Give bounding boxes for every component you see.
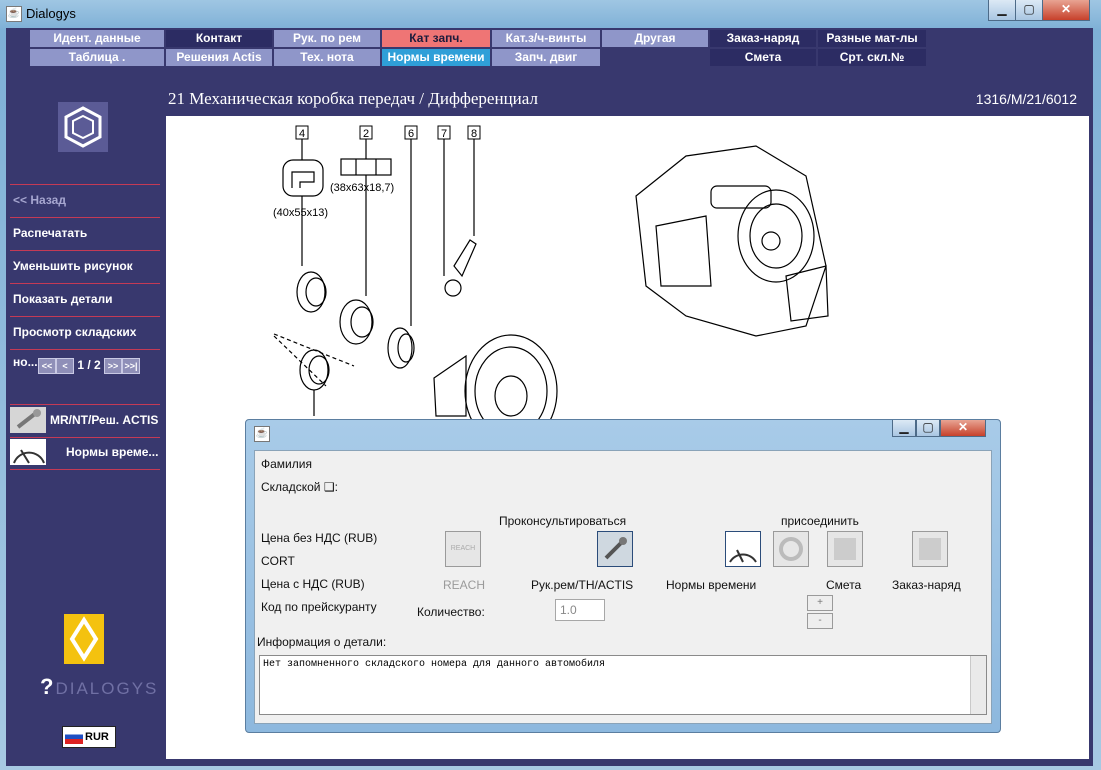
labor-times-button[interactable] — [725, 531, 761, 567]
pager: << < 1 / 2 >> >>| — [38, 358, 141, 374]
sidebar: << Назад Распечатать Уменьшить рисунок П… — [6, 88, 165, 766]
tab-actis-solutions[interactable]: Решения Actis — [166, 49, 272, 66]
tab-work-order[interactable]: Заказ-наряд — [710, 30, 816, 47]
dialog-maximize-button[interactable]: ▢ — [916, 420, 940, 437]
minimize-button[interactable]: ▁ — [988, 0, 1016, 21]
tab-ident[interactable]: Идент. данные — [30, 30, 164, 47]
dim-label-4: (40x55x13) — [273, 207, 328, 219]
page-reference: 1316/M/21/6012 — [975, 91, 1077, 107]
tab-engine-parts[interactable]: Запч. двиг — [492, 49, 600, 66]
dim-label-2: (38x63x18,7) — [330, 182, 394, 194]
price-no-vat-label: Цена без НДС (RUB) — [261, 531, 378, 545]
sidebar-link-labor[interactable]: Нормы време... — [10, 437, 160, 470]
attach-label: присоединить — [781, 514, 859, 528]
next-page-button[interactable]: >> — [104, 358, 123, 374]
tab-table[interactable]: Таблица . — [30, 49, 164, 66]
dialog-close-button[interactable]: ✕ — [940, 420, 986, 437]
russia-flag-icon — [65, 730, 83, 744]
last-page-button[interactable]: >>| — [122, 358, 141, 374]
tab-repair-manual[interactable]: Рук. по рем — [274, 30, 380, 47]
price-vat-label: Цена с НДС (RUB) — [261, 577, 365, 591]
part-info-dialog: ☕ ▁ ▢ ✕ Фамилия Складской ❑: Цена без НД… — [245, 419, 1001, 733]
sidebar-link-actis[interactable]: MR/NT/Реш. ACTIS — [10, 404, 160, 438]
close-button[interactable]: ✕ — [1042, 0, 1090, 21]
callout-2[interactable]: 2 — [363, 128, 369, 140]
tab-parts-catalog[interactable]: Кат запч. — [382, 30, 490, 47]
dialogys-logo: ?DIALOGYS — [40, 674, 159, 699]
first-page-button[interactable]: << — [38, 358, 56, 374]
labor-times-label: Нормы времени — [666, 578, 757, 592]
info-scrollbar[interactable] — [970, 656, 986, 714]
price-code-label: Код по прейскуранту — [261, 600, 377, 614]
wrench-icon — [604, 537, 627, 560]
wrench-icon — [10, 407, 46, 433]
tab-stock-number[interactable]: Срт. скл.№ — [818, 49, 926, 66]
reach-label: REACH — [443, 578, 486, 592]
tab-contact[interactable]: Контакт — [166, 30, 272, 47]
view-stock-numbers-button[interactable]: Просмотр складских но... — [10, 316, 160, 369]
page-indicator: 1 / 2 — [77, 358, 101, 373]
menu-divider — [10, 349, 160, 350]
gauge-icon — [729, 549, 757, 563]
attach-disabled-button[interactable] — [773, 531, 809, 567]
callout-7[interactable]: 7 — [441, 128, 447, 140]
quantity-label: Количество: — [417, 605, 485, 619]
help-icon[interactable]: ? — [40, 674, 55, 699]
repair-manual-label: Рук.рем/TH/ACTIS — [531, 578, 634, 592]
part-info-textarea[interactable]: Нет запомненного складского номера для д… — [259, 655, 987, 715]
java-icon: ☕ — [254, 426, 270, 442]
java-icon: ☕ — [6, 6, 22, 22]
prev-page-button[interactable]: < — [56, 358, 74, 374]
estimate-label: Смета — [826, 578, 862, 592]
app-window: ☕ Dialogys ▁ ▢ ✕ Идент. данные Контакт Р… — [0, 0, 1101, 770]
currency-badge[interactable]: RUR — [62, 726, 116, 748]
zoom-out-button[interactable]: Уменьшить рисунок — [10, 250, 160, 282]
stock-label: Складской ❑: — [261, 480, 338, 494]
part-info-label: Информация о детали: — [257, 635, 387, 649]
estimate-button[interactable] — [827, 531, 863, 567]
callout-6[interactable]: 6 — [408, 128, 414, 140]
callout-4[interactable]: 4 — [299, 128, 305, 140]
back-button[interactable]: << Назад — [10, 184, 160, 216]
print-button[interactable]: Распечатать — [10, 217, 160, 249]
tab-misc-materials[interactable]: Разные мат-лы — [818, 30, 926, 47]
tab-other[interactable]: Другая — [602, 30, 708, 47]
tab-screws-catalog[interactable]: Кат.з/ч-винты — [492, 30, 600, 47]
tab-tech-note[interactable]: Тех. нота — [274, 49, 380, 66]
surname-label: Фамилия — [261, 457, 312, 471]
tab-labor-times[interactable]: Нормы времени — [382, 49, 490, 66]
gear-icon — [779, 537, 803, 561]
page-title: 21 Механическая коробка передач / Диффер… — [168, 89, 538, 108]
tools-icon — [834, 538, 856, 560]
dialog-body: Фамилия Складской ❑: Цена без НДС (RUB) … — [254, 450, 992, 724]
quantity-decrement-button[interactable]: - — [807, 613, 833, 629]
reach-button[interactable]: REACH — [445, 531, 481, 567]
work-order-label: Заказ-наряд — [892, 578, 961, 592]
cort-label: CORT — [261, 554, 295, 568]
nut-logo-icon — [58, 102, 108, 152]
window-title: Dialogys — [26, 6, 76, 21]
renault-logo-icon — [64, 614, 104, 664]
callout-8[interactable]: 8 — [471, 128, 477, 140]
show-details-button[interactable]: Показать детали — [10, 283, 160, 315]
gauge-icon — [10, 439, 46, 465]
quantity-field[interactable]: 1.0 — [555, 599, 605, 621]
quantity-increment-button[interactable]: + — [807, 595, 833, 611]
title-bar: ☕ Dialogys ▁ ▢ ✕ — [0, 0, 1101, 28]
tools-icon — [919, 538, 941, 560]
dialog-minimize-button[interactable]: ▁ — [892, 420, 916, 437]
repair-manual-button[interactable] — [597, 531, 633, 567]
maximize-button[interactable]: ▢ — [1015, 0, 1043, 21]
tab-estimate[interactable]: Смета — [710, 49, 816, 66]
consult-label: Проконсультироваться — [499, 514, 627, 528]
work-order-button[interactable] — [912, 531, 948, 567]
